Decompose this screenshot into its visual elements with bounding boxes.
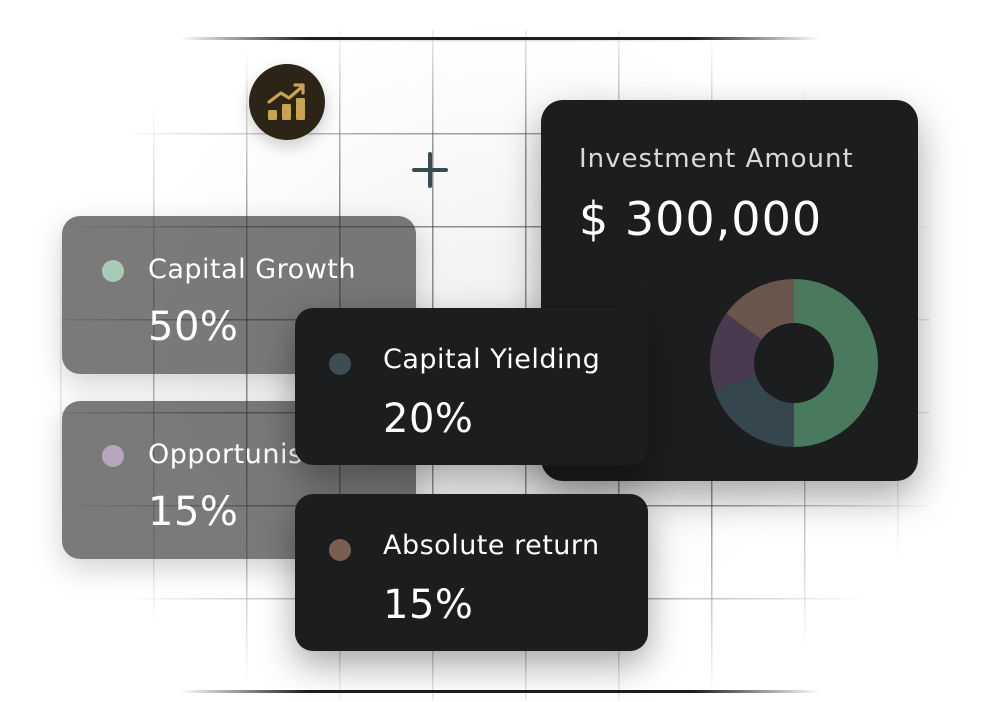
allocation-label: Capital Yielding: [383, 344, 601, 375]
allocation-card-capital-yielding: Capital Yielding 20%: [295, 308, 648, 465]
investment-amount: $ 300,000: [579, 192, 823, 246]
allocation-label: Absolute return: [383, 530, 600, 561]
allocation-value: 50%: [148, 304, 239, 350]
allocation-label: Capital Growth: [148, 254, 356, 285]
donut-slice-absolute-return: [726, 279, 796, 341]
scene: Capital Growth 50% Opportunistic 15% Inv…: [0, 0, 997, 702]
growth-chart-badge: [249, 64, 325, 140]
investment-title: Investment Amount: [579, 144, 854, 174]
allocation-value: 15%: [148, 489, 239, 535]
donut-slice-capital-growth: [793, 279, 878, 447]
growth-chart-icon: [267, 83, 305, 120]
capital-growth-dot: [102, 260, 124, 282]
allocation-card-absolute-return: Absolute return 15%: [295, 494, 648, 651]
allocation-value: 15%: [383, 582, 474, 628]
opportunistic-dot: [102, 445, 124, 467]
bottom-divider: [180, 690, 820, 693]
donut-slice-capital-yielding: [714, 374, 796, 447]
absolute-return-dot: [329, 539, 351, 561]
allocation-donut-chart: [710, 279, 878, 447]
plus-icon: [412, 152, 448, 188]
allocation-value: 20%: [383, 396, 474, 442]
donut-slice-opportunistic: [710, 313, 763, 389]
capital-yielding-dot: [329, 353, 351, 375]
top-divider: [180, 37, 820, 40]
